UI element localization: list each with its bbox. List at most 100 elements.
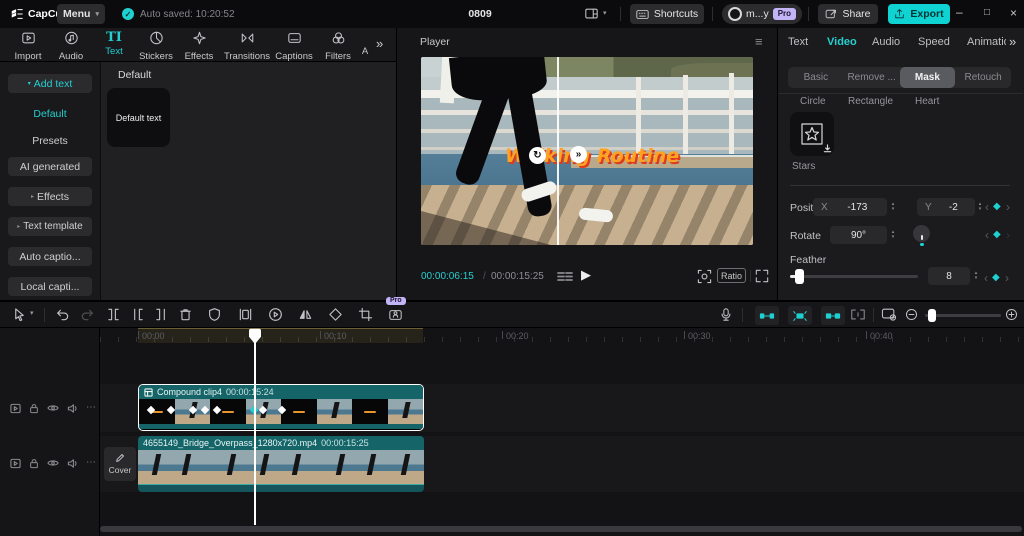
keyframe-prev-icon[interactable]: ‹: [984, 269, 988, 287]
tab-captions[interactable]: Captions: [271, 31, 317, 61]
subtab-retouch[interactable]: Retouch: [955, 67, 1011, 88]
video-clip[interactable]: 4655149_Bridge_Overpass_1280x720.mp4 00:…: [138, 436, 424, 492]
keyframe-prev-icon[interactable]: ‹: [985, 226, 989, 244]
more-icon[interactable]: ⋯: [86, 405, 96, 411]
zoom-out-icon[interactable]: [905, 308, 918, 321]
delete-left-icon[interactable]: [130, 307, 145, 322]
frame-list-icon[interactable]: [557, 271, 573, 282]
resize-handle-icon[interactable]: »: [570, 146, 587, 163]
tab-speed[interactable]: Speed: [918, 36, 950, 48]
sidebar-item-default[interactable]: Default: [8, 104, 92, 123]
fullscreen-icon[interactable]: [755, 269, 769, 283]
position-y-input[interactable]: Y -2: [917, 198, 975, 216]
split-icon[interactable]: [106, 307, 121, 322]
video-preview[interactable]: Walking Routine ↻ »: [421, 57, 753, 245]
crop-icon[interactable]: [358, 307, 373, 322]
tab-audio[interactable]: Audio: [48, 31, 94, 61]
tab-stickers[interactable]: Stickers: [133, 31, 179, 61]
position-y-stepper[interactable]: ▴▾: [975, 198, 985, 216]
keyframe-next-icon[interactable]: ›: [1006, 198, 1010, 216]
rotate-handle-icon[interactable]: ↻: [529, 147, 546, 164]
timeline-zoom-slider[interactable]: [925, 314, 1001, 317]
tab-text[interactable]: TI Text: [91, 31, 137, 61]
mask-guide-line[interactable]: [557, 57, 559, 245]
position-x-stepper[interactable]: ▴▾: [888, 198, 898, 216]
feather-input[interactable]: 8: [928, 267, 970, 285]
ai-cutout-icon[interactable]: [388, 308, 403, 322]
mute-icon[interactable]: [67, 403, 78, 414]
keyframe-diamond-icon[interactable]: ◆: [992, 269, 1000, 287]
tool-chevron-icon[interactable]: ▾: [30, 309, 34, 317]
horizontal-scrollbar[interactable]: [100, 526, 1022, 532]
subtab-remove[interactable]: Remove ...: [844, 67, 900, 88]
sidebar-item-add-text[interactable]: ▾ Add text: [8, 74, 92, 93]
playhead-line[interactable]: [254, 330, 256, 525]
minimize-icon[interactable]: –: [956, 5, 963, 19]
sidebar-item-effects[interactable]: ▸ Effects: [8, 187, 92, 206]
eye-icon[interactable]: [47, 458, 59, 468]
restore-icon[interactable]: □: [984, 7, 990, 18]
cover-settings-icon[interactable]: [881, 307, 897, 321]
shortcuts-button[interactable]: Shortcuts: [630, 4, 704, 24]
subtab-basic[interactable]: Basic: [788, 67, 844, 88]
export-button[interactable]: Export: [888, 4, 950, 24]
mask-label-circle[interactable]: Circle: [800, 96, 826, 107]
layout-icon[interactable]: [584, 7, 599, 21]
close-icon[interactable]: ×: [1010, 6, 1017, 20]
feather-stepper[interactable]: ▴▾: [971, 267, 981, 285]
link-clips-toggle[interactable]: [755, 306, 779, 325]
project-title[interactable]: 0809: [440, 8, 520, 20]
unlink-preview-icon[interactable]: [850, 308, 866, 321]
more-icon[interactable]: ⋯: [86, 460, 96, 466]
tab-import[interactable]: Import: [5, 31, 51, 61]
keyframe-next-icon[interactable]: ›: [1006, 226, 1010, 244]
sidebar-item-presets[interactable]: Presets: [8, 131, 92, 150]
tab-adjust[interactable]: A: [352, 31, 378, 61]
keyframe-diamond-icon[interactable]: ◆: [993, 198, 1001, 216]
focus-frame-icon[interactable]: [697, 269, 712, 284]
menu-button[interactable]: Menu ▾: [57, 4, 105, 24]
timeline-zoom-thumb[interactable]: [928, 309, 936, 322]
compound-clip[interactable]: Compound clip4 00:00:15:24: [138, 384, 424, 431]
position-x-input[interactable]: X -173: [813, 198, 887, 216]
tab-text[interactable]: Text: [788, 36, 808, 48]
select-tool-icon[interactable]: [12, 307, 27, 322]
redo-icon[interactable]: [80, 307, 95, 322]
mask-label-rectangle[interactable]: Rectangle: [848, 96, 893, 107]
feather-slider-thumb[interactable]: [795, 269, 804, 284]
rotate-tool-icon[interactable]: [328, 307, 343, 322]
eye-icon[interactable]: [47, 403, 59, 413]
mirror-icon[interactable]: [298, 307, 313, 322]
tab-transitions[interactable]: Transitions: [221, 31, 273, 61]
mask-stars-tile[interactable]: [790, 112, 834, 156]
undo-icon[interactable]: [55, 307, 70, 322]
mask-tool-icon[interactable]: [207, 307, 222, 322]
default-text-tile[interactable]: Default text: [107, 88, 170, 147]
share-button[interactable]: Share: [818, 4, 878, 24]
layout-chevron-icon[interactable]: ▾: [603, 9, 607, 17]
rotate-input[interactable]: 90°: [830, 226, 887, 244]
rotate-dial[interactable]: [913, 225, 930, 242]
speed-icon[interactable]: [268, 307, 283, 322]
mask-label-heart[interactable]: Heart: [915, 96, 939, 107]
mute-icon[interactable]: [67, 458, 78, 469]
keyframe-diamond-icon[interactable]: ◆: [993, 226, 1001, 244]
rotate-stepper[interactable]: ▴▾: [888, 226, 898, 244]
subtab-mask[interactable]: Mask: [900, 67, 956, 88]
auto-snap-toggle[interactable]: [788, 306, 812, 325]
tab-effects[interactable]: Effects: [176, 31, 222, 61]
playhead-marker[interactable]: [248, 328, 262, 345]
sidebar-item-local-captions[interactable]: Local capti...: [8, 277, 92, 296]
lock-icon[interactable]: [29, 458, 39, 469]
account-button[interactable]: m...y Pro: [722, 4, 802, 24]
zoom-in-icon[interactable]: [1005, 308, 1018, 321]
sidebar-item-auto-captions[interactable]: Auto captio...: [8, 247, 92, 266]
sidebar-item-ai-generated[interactable]: AI generated: [8, 157, 92, 176]
expand-tabs-icon[interactable]: »: [376, 36, 383, 51]
sidebar-item-text-template[interactable]: ▸ Text template: [8, 217, 92, 236]
expand-panel-icon[interactable]: »: [1006, 34, 1016, 49]
lock-icon[interactable]: [29, 403, 39, 414]
delete-icon[interactable]: [178, 307, 193, 322]
keyframe-prev-icon[interactable]: ‹: [985, 198, 989, 216]
freeze-frame-icon[interactable]: [238, 307, 253, 322]
